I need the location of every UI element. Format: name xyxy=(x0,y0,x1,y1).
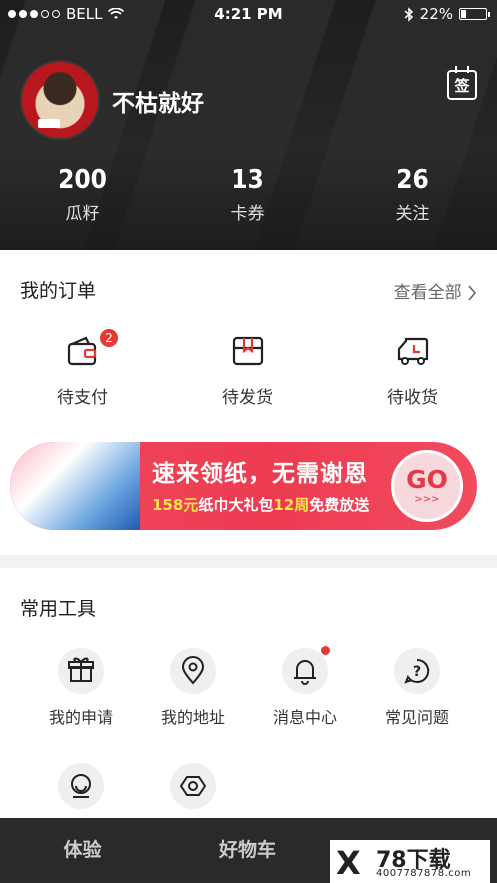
banner-title: 速来领纸，无需谢恩 xyxy=(152,461,368,487)
view-all-orders-link[interactable]: 查看全部 xyxy=(394,278,477,303)
tools-card: 常用工具 我的申请 我的地址 消息中心 ? 常见问题 xyxy=(0,568,497,818)
unread-dot xyxy=(321,646,330,655)
watermark-phone: 4007787878.com xyxy=(376,868,472,879)
username[interactable]: 不枯就好 xyxy=(112,84,204,118)
stat-label: 关注 xyxy=(395,204,430,224)
checkin-calendar-button[interactable]: 签 xyxy=(447,66,477,100)
banner-free: 免费放送 xyxy=(309,496,370,514)
promo-banner[interactable]: 速来领纸，无需谢恩 158元纸巾大礼包12周免费放送 GO >>> xyxy=(10,442,477,530)
svg-text:?: ? xyxy=(413,664,421,680)
avatar[interactable] xyxy=(20,60,100,140)
order-pending-payment[interactable]: 2 待支付 xyxy=(0,329,165,408)
banner-go-button[interactable]: GO >>> xyxy=(391,450,463,522)
tool-faq[interactable]: ? 常见问题 xyxy=(361,648,473,728)
banner-price: 158元 xyxy=(152,496,199,514)
customer-service-icon xyxy=(58,763,104,809)
stat-seeds[interactable]: 200 瓜籽 xyxy=(0,165,165,224)
pending-payment-badge: 2 xyxy=(100,329,118,347)
view-all-label: 查看全部 xyxy=(393,283,462,303)
profile-page: BELL 4:21 PM 22% 不枯就好 签 200 瓜籽 13 卡券 26 … xyxy=(0,0,497,883)
status-bar: BELL 4:21 PM 22% xyxy=(0,0,497,30)
profile-stats: 200 瓜籽 13 卡券 26 关注 xyxy=(0,165,497,224)
order-pending-receipt[interactable]: 待收货 xyxy=(330,335,495,408)
watermark-logo: X 78下载 4007787878.com xyxy=(330,840,490,883)
go-arrows: >>> xyxy=(414,494,440,505)
banner-subtitle: 158元纸巾大礼包12周免费放送 xyxy=(152,494,369,515)
battery-percent: 22% xyxy=(419,5,453,23)
stat-label: 瓜籽 xyxy=(65,204,100,224)
orders-title: 我的订单 xyxy=(20,280,97,302)
battery-level xyxy=(461,10,466,18)
tool-my-address[interactable]: 我的地址 xyxy=(137,648,249,728)
stat-value: 13 xyxy=(231,165,264,195)
tab-experience[interactable]: 体验 xyxy=(0,818,165,883)
order-label: 待发货 xyxy=(222,388,273,408)
order-pending-shipment[interactable]: 待发货 xyxy=(165,335,330,408)
tool-message-center[interactable]: 消息中心 xyxy=(249,646,361,728)
tool-label: 我的申请 xyxy=(48,708,113,727)
tool-my-applications[interactable]: 我的申请 xyxy=(25,648,137,728)
stat-value: 200 xyxy=(58,165,107,195)
box-icon xyxy=(231,335,265,367)
banner-product: 纸巾大礼包 xyxy=(198,496,274,514)
watermark-mark: X xyxy=(336,844,361,882)
status-right: 22% xyxy=(404,5,490,23)
tool-label: 常见问题 xyxy=(384,708,449,727)
tab-cart[interactable]: 好物车 xyxy=(165,818,330,883)
stat-value: 26 xyxy=(396,165,429,195)
banner-weeks: 12周 xyxy=(273,496,310,514)
wallet-icon xyxy=(66,335,100,367)
stat-coupons[interactable]: 13 卡券 xyxy=(165,165,330,224)
bluetooth-icon xyxy=(404,6,414,22)
profile-header: BELL 4:21 PM 22% 不枯就好 签 200 瓜籽 13 卡券 26 … xyxy=(0,0,497,250)
order-label: 待收货 xyxy=(387,388,438,408)
order-status-list: 2 待支付 待发货 待收货 xyxy=(0,329,497,408)
tool-settings[interactable] xyxy=(137,763,249,809)
tissue-product-image xyxy=(10,442,140,530)
tool-customer-service[interactable] xyxy=(25,763,137,809)
stat-label: 卡券 xyxy=(230,204,265,224)
truck-icon xyxy=(396,335,430,367)
gift-icon xyxy=(58,648,104,694)
tools-title: 常用工具 xyxy=(20,598,97,620)
chevron-right-icon xyxy=(467,285,477,301)
bell-icon xyxy=(282,646,330,694)
help-icon: ? xyxy=(394,648,440,694)
battery-icon xyxy=(459,8,490,20)
order-label: 待支付 xyxy=(57,388,108,408)
tool-label: 我的地址 xyxy=(160,708,225,727)
location-pin-icon xyxy=(170,648,216,694)
settings-icon xyxy=(170,763,216,809)
go-label: GO xyxy=(406,465,448,494)
tool-label: 消息中心 xyxy=(272,708,337,727)
stat-following[interactable]: 26 关注 xyxy=(330,165,495,224)
orders-card: 我的订单 查看全部 2 待支付 待发货 待收货 速来领纸，无需谢恩 158元纸巾… xyxy=(0,250,497,555)
